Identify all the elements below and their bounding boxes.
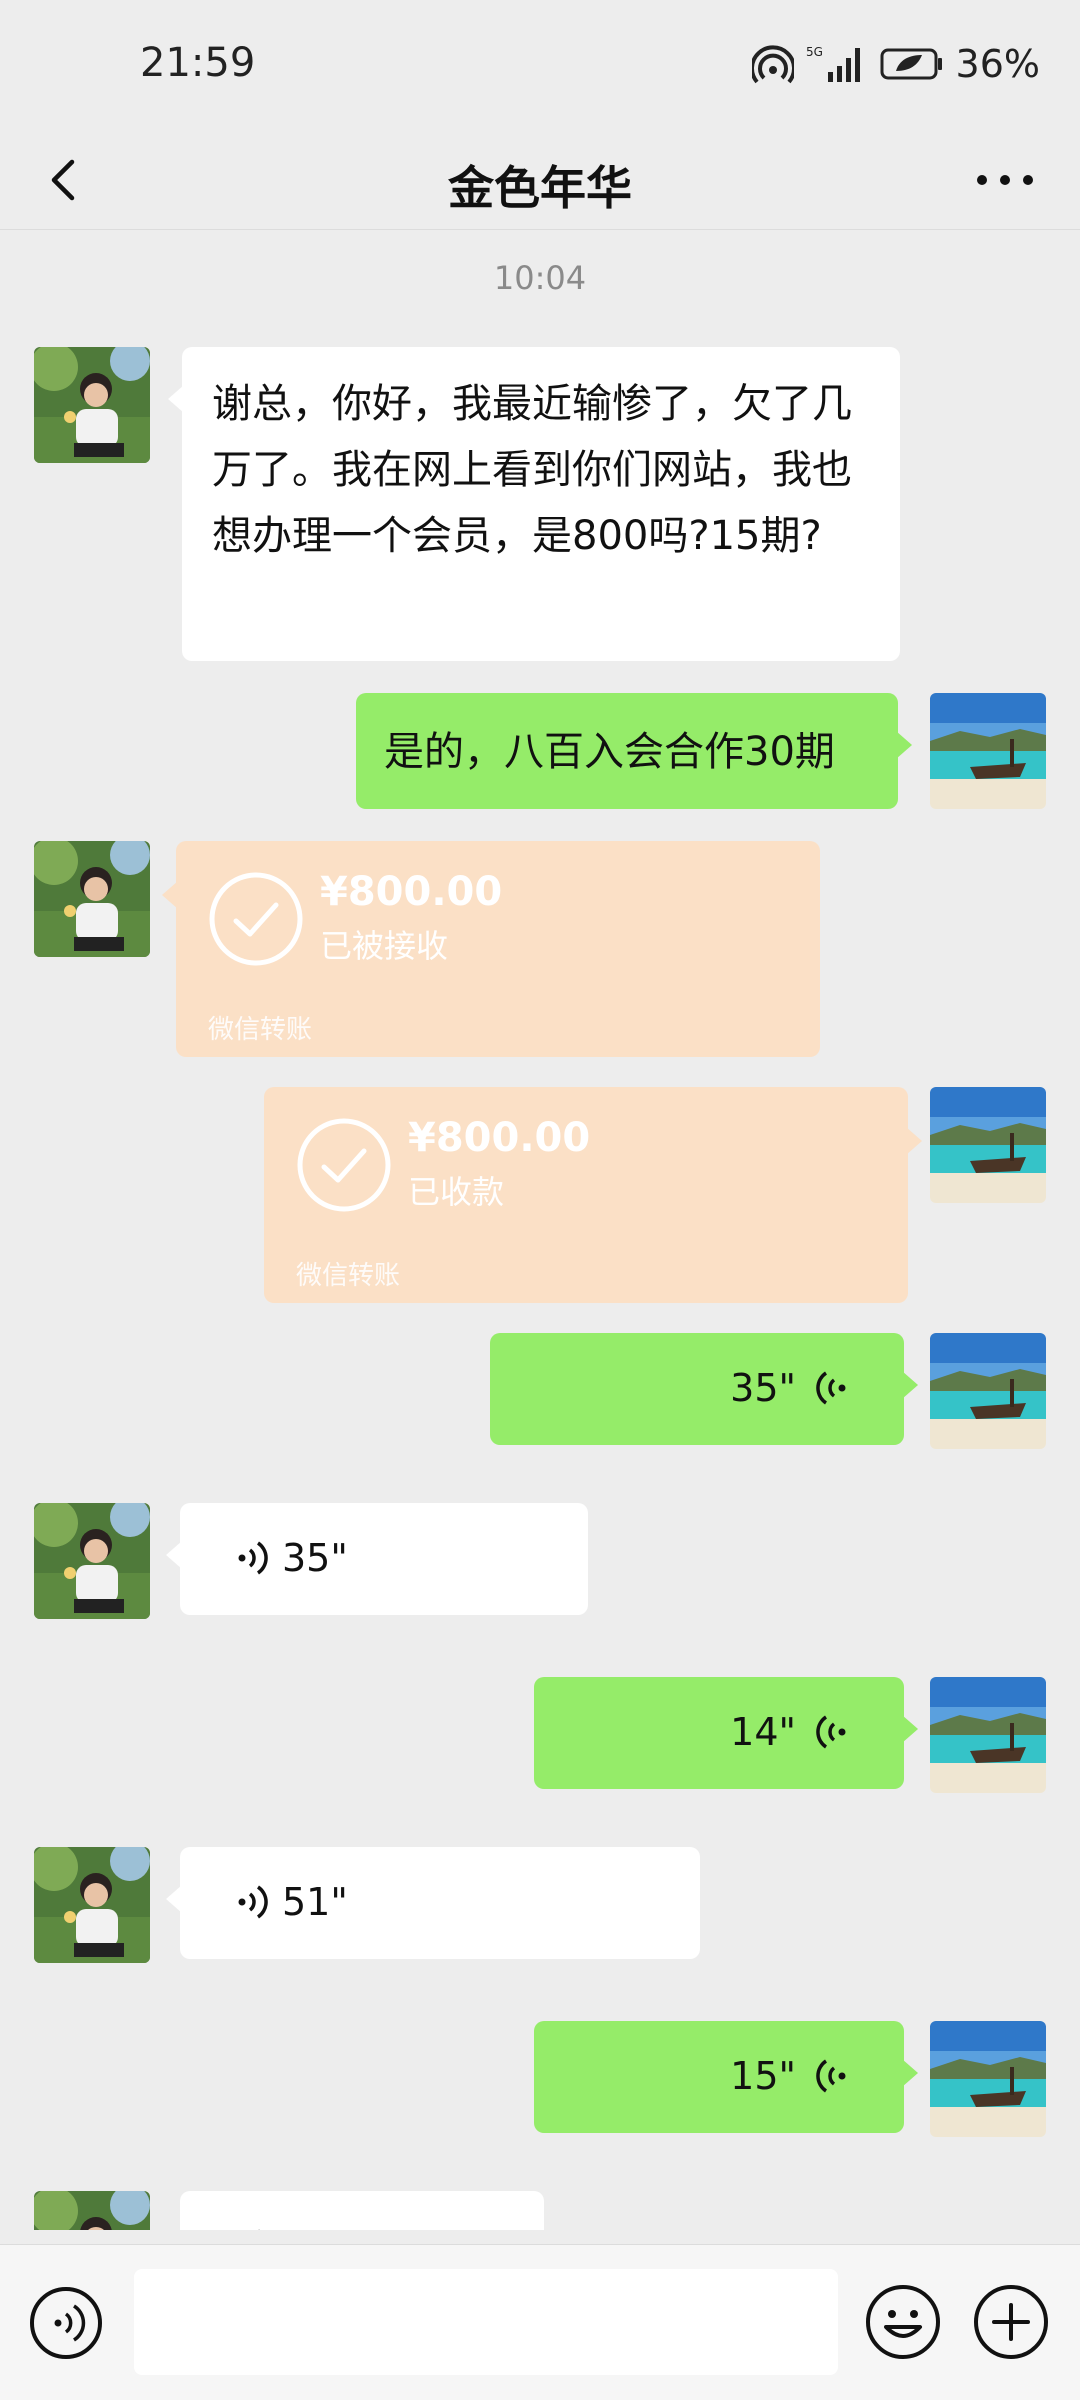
self-avatar[interactable] — [930, 1087, 1046, 1203]
more-button[interactable] — [970, 150, 1040, 210]
message-text: 谢总，你好，我最近输惨了，欠了几万了。我在网上看到你们网站，我也想办理一个会员，… — [212, 381, 852, 559]
outgoing-voice-message[interactable]: 15" — [534, 2021, 918, 2133]
voice-duration: 35" — [282, 1536, 348, 1580]
incoming-voice-message[interactable]: 15" — [166, 2191, 544, 2230]
check-circle-icon — [209, 872, 303, 966]
voice-wave-icon — [816, 1371, 846, 1405]
more-dots-icon — [977, 175, 1033, 185]
voice-wave-icon — [816, 2059, 846, 2093]
transfer-label: 微信转账 — [296, 1261, 401, 1291]
transfer-status: 已收款 — [408, 1173, 505, 1211]
transfer-amount: ¥800.00 — [320, 869, 503, 915]
voice-wave-icon — [258, 2229, 260, 2230]
outgoing-voice-message[interactable]: 14" — [534, 1677, 918, 1789]
input-bar — [0, 2244, 1080, 2400]
status-indicators: 5G 36% — [751, 42, 1040, 86]
self-avatar[interactable] — [930, 693, 1046, 809]
svg-text:5G: 5G — [806, 45, 823, 59]
battery-icon — [880, 47, 944, 81]
voice-duration: 15" — [730, 2054, 796, 2098]
self-avatar[interactable] — [930, 1677, 1046, 1793]
hotspot-icon — [751, 44, 794, 84]
transfer-status: 已被接收 — [320, 927, 449, 965]
contact-avatar[interactable] — [34, 347, 150, 463]
plus-button[interactable] — [972, 2283, 1050, 2361]
incoming-voice-message[interactable]: 51" — [166, 1847, 700, 1959]
voice-duration: 14" — [730, 1710, 796, 1754]
voice-toggle-icon — [30, 2287, 102, 2359]
chat-title: 金色年华 — [448, 161, 632, 215]
message-list[interactable]: 10:04 谢总，你好，我最近输惨了，欠了几万了。我在网上看到你们网站，我也想办… — [0, 231, 1080, 2230]
voice-duration: 51" — [282, 1880, 348, 1924]
contact-avatar[interactable] — [34, 2191, 150, 2230]
chat-header: 金色年华 — [0, 130, 1080, 230]
plus-icon — [974, 2285, 1048, 2359]
emoji-icon — [866, 2285, 940, 2359]
transfer-card-received[interactable]: ¥800.00 已被接收 微信转账 — [162, 841, 820, 1057]
contact-avatar[interactable] — [34, 841, 150, 957]
message-input[interactable] — [134, 2269, 838, 2375]
status-time: 21:59 — [140, 40, 256, 86]
voice-duration: 15" — [282, 2213, 348, 2230]
signal-icon: 5G — [806, 44, 868, 84]
voice-wave-icon — [816, 1715, 846, 1749]
transfer-label: 微信转账 — [208, 1015, 313, 1045]
voice-toggle-button[interactable] — [28, 2285, 104, 2361]
message-text: 是的，八百入会合作30期 — [384, 729, 835, 775]
battery-percent: 36% — [955, 42, 1040, 86]
outgoing-message[interactable]: 是的，八百入会合作30期 — [356, 693, 912, 809]
self-avatar[interactable] — [930, 2021, 1046, 2137]
voice-duration: 35" — [730, 1366, 796, 1410]
contact-avatar[interactable] — [34, 1503, 150, 1619]
check-circle-icon — [297, 1118, 391, 1212]
voice-wave-icon — [238, 1541, 268, 1575]
incoming-voice-message[interactable]: 35" — [166, 1503, 588, 1615]
status-bar: 21:59 5G 36% — [0, 0, 1080, 130]
transfer-amount: ¥800.00 — [408, 1115, 591, 1161]
transfer-card-collected[interactable]: ¥800.00 已收款 微信转账 — [264, 1087, 922, 1303]
timestamp-divider: 10:04 — [493, 259, 587, 297]
self-avatar[interactable] — [930, 1333, 1046, 1449]
voice-wave-icon — [238, 1885, 268, 1919]
outgoing-voice-message[interactable]: 35" — [490, 1333, 918, 1445]
emoji-button[interactable] — [864, 2283, 942, 2361]
contact-avatar[interactable] — [34, 1847, 150, 1963]
incoming-message[interactable]: 谢总，你好，我最近输惨了，欠了几万了。我在网上看到你们网站，我也想办理一个会员，… — [168, 347, 900, 661]
